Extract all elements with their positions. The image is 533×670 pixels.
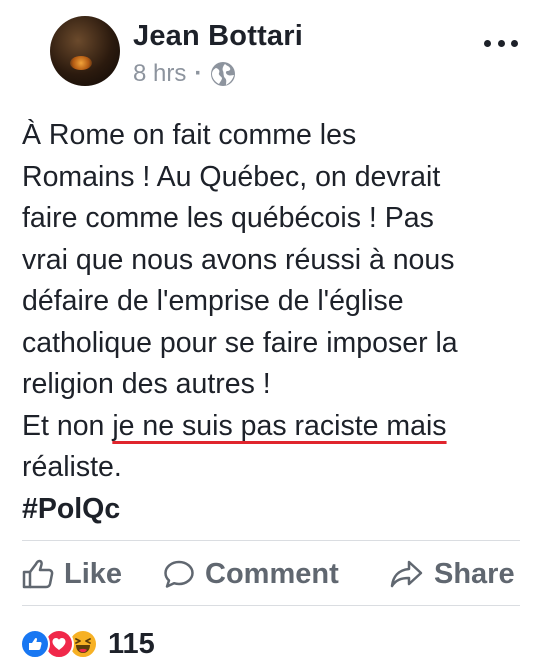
post-text-prefix: Et non [22, 409, 113, 442]
divider [22, 605, 520, 606]
avatar-photo-detail [70, 56, 92, 70]
share-arrow-icon [390, 560, 423, 588]
share-button[interactable]: Share [390, 550, 515, 598]
comment-button[interactable]: Comment [163, 550, 339, 598]
like-reaction-icon [20, 629, 50, 659]
post-text-line: vrai que nous avons réussi à nous [22, 243, 455, 276]
post-text-line: religion des autres ! [22, 368, 271, 400]
more-options-icon[interactable] [484, 38, 518, 48]
post-actions: Like Comment Share [0, 550, 533, 598]
globe-icon[interactable] [210, 61, 236, 87]
reaction-icons [20, 628, 106, 660]
post-text-line: Romains ! Au Québec, on devrait [22, 160, 441, 193]
post-meta: 8 hrs · [133, 60, 236, 88]
like-label: Like [64, 557, 123, 590]
post-text-line: catholique pour se faire imposer la [22, 326, 458, 359]
post-text-line: À Rome on fait comme les [22, 119, 357, 151]
thumbs-up-icon [22, 559, 54, 589]
underlined-phrase: je ne suis pas raciste mais [112, 409, 447, 442]
share-label: Share [434, 557, 515, 590]
post-text-line: Et non je ne suis pas raciste mais [22, 406, 527, 448]
facebook-post: Jean Bottari 8 hrs · À Rome on fait comm… [0, 0, 533, 670]
reactions-summary[interactable]: 115 [20, 627, 155, 661]
author-name[interactable]: Jean Bottari [133, 20, 303, 53]
post-body: À Rome on fait comme les Romains ! Au Qu… [22, 115, 527, 530]
post-text-line: réaliste. [22, 451, 122, 483]
post-text-line: défaire de l'emprise de l'église [22, 285, 404, 317]
divider [22, 540, 520, 541]
post-time[interactable]: 8 hrs [133, 60, 186, 88]
reaction-count: 115 [108, 627, 155, 660]
like-button[interactable]: Like [22, 550, 122, 598]
hashtag-link[interactable]: #PolQc [22, 489, 527, 531]
comment-label: Comment [205, 557, 339, 590]
author-avatar[interactable] [50, 16, 120, 86]
post-text-line: faire comme les québécois ! Pas [22, 202, 434, 234]
meta-separator: · [194, 60, 203, 87]
comment-bubble-icon [164, 560, 194, 588]
